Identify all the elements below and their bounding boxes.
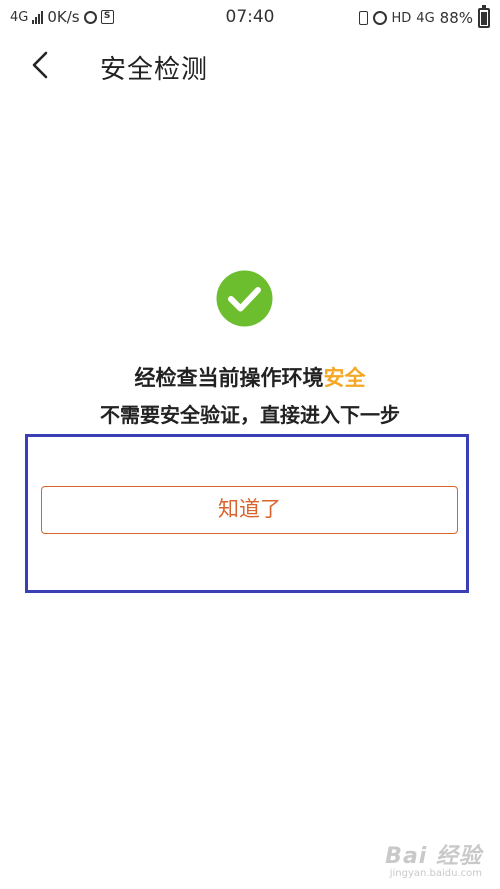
chevron-left-icon <box>32 51 48 79</box>
result-message: 经检查当前操作环境安全 <box>0 362 500 392</box>
alarm-icon <box>372 11 387 25</box>
watermark-logo: Bai 经验 <box>385 838 482 870</box>
result-status-safe: 安全 <box>323 366 366 390</box>
watermark-url: jingyan.baidu.com <box>389 868 482 879</box>
header: 安全检测 <box>0 34 500 98</box>
status-right: HD 4G 88% <box>358 5 490 28</box>
battery-icon <box>478 5 490 28</box>
network-type-right: 4G <box>416 10 435 26</box>
back-button[interactable] <box>24 48 58 82</box>
got-it-button[interactable]: 知道了 <box>41 486 458 534</box>
battery-percent: 88% <box>439 9 473 27</box>
page-title: 安全检测 <box>100 55 209 85</box>
watermark-main-text: Bai 经验 <box>385 844 482 869</box>
status-bar: 4G 0K/s S 07:40 HD 4G 88% <box>0 0 500 34</box>
vibrate-icon <box>358 11 368 25</box>
result-instruction: 不需要安全验证，直接进入下一步 <box>100 403 400 427</box>
result-message-prefix: 经检查当前操作环境 <box>134 366 324 390</box>
hd-indicator: HD <box>391 10 412 26</box>
baidu-jingyan-watermark: Bai 经验 jingyan.baidu.com <box>385 838 482 879</box>
success-check-icon <box>216 270 273 327</box>
